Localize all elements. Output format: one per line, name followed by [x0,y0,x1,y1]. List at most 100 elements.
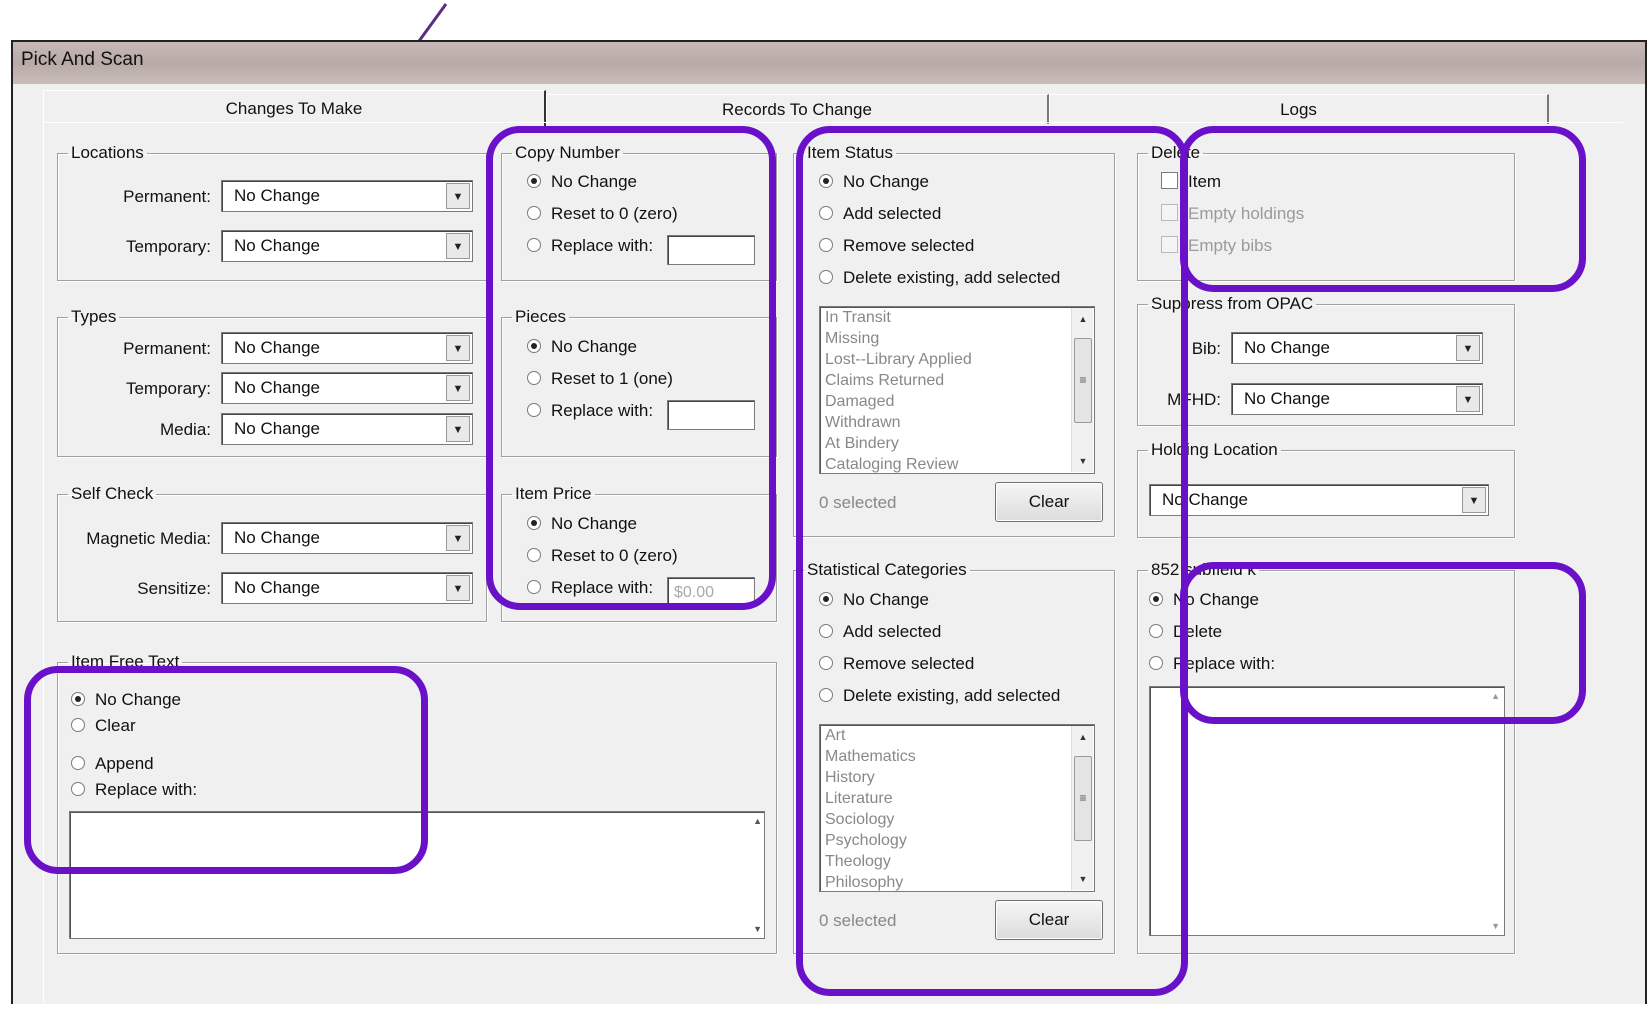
scroll-up-icon[interactable]: ▲ [1072,308,1094,330]
item-price-replace-radio[interactable]: Replace with: [527,578,678,608]
sensitize-dropdown[interactable]: No Change ▼ [221,572,473,604]
list-item[interactable]: At Bindery [820,433,1094,454]
item-status-remove-radio[interactable]: Remove selected [819,236,1060,268]
radio-indicator [527,237,541,252]
subfield-852k-textarea[interactable]: ▲ ▼ [1149,686,1505,936]
item-status-add-radio[interactable]: Add selected [819,204,1060,236]
pieces-reset-radio[interactable]: Reset to 1 (one) [527,369,673,401]
radio-label: Replace with: [551,236,654,255]
radio-label: Add selected [843,204,942,223]
scroll-down-icon[interactable]: ▼ [1072,450,1094,472]
list-item[interactable]: Withdrawn [820,412,1094,433]
subfield-852k-replace-radio[interactable]: Replace with: [1149,654,1275,684]
delete-item-checkbox[interactable]: Item [1161,172,1304,204]
item-price-replace-input[interactable]: $0.00 [667,577,755,607]
item-status-no-change-radio[interactable]: No Change [819,172,1060,204]
pieces-replace-input[interactable] [667,400,755,430]
list-item[interactable]: Psychology [820,830,1094,851]
item-free-text-legend: Item Free Text [71,652,180,671]
list-item[interactable]: Mathematics [820,746,1094,767]
item-free-text-no-change-radio[interactable]: No Change [71,690,197,716]
item-free-text-append-radio[interactable]: Append [71,754,197,780]
chevron-down-icon[interactable]: ▼ [446,335,470,361]
holding-location-legend: Holding Location [1151,440,1278,459]
chevron-down-icon[interactable]: ▼ [1456,386,1480,412]
stat-cat-clear-button[interactable]: Clear [995,900,1103,940]
list-item[interactable]: Sociology [820,809,1094,830]
list-item[interactable]: History [820,767,1094,788]
scroll-up-icon[interactable]: ▲ [1072,726,1094,748]
list-item[interactable]: In Transit [820,307,1094,328]
scroll-thumb[interactable]: ≡ [1074,338,1092,423]
tab-records-to-change[interactable]: Records To Change [546,94,1049,124]
stat-cat-no-change-radio[interactable]: No Change [819,590,1060,622]
scroll-down-icon[interactable]: ▼ [1072,868,1094,890]
scroll-up-icon[interactable]: ▲ [1491,691,1500,701]
chevron-down-icon[interactable]: ▼ [1462,487,1486,513]
radio-label: Remove selected [843,236,975,255]
list-item[interactable]: Lost--Library Applied [820,349,1094,370]
holding-location-dropdown[interactable]: No Change ▼ [1149,484,1489,516]
stat-cat-delete-add-radio[interactable]: Delete existing, add selected [819,686,1060,716]
chevron-down-icon[interactable]: ▼ [446,233,470,259]
types-permanent-dropdown[interactable]: No Change ▼ [221,332,473,364]
dropdown-value: No Change [234,186,321,205]
item-status-listbox[interactable]: In Transit Missing Lost--Library Applied… [819,306,1095,474]
types-media-dropdown[interactable]: No Change ▼ [221,413,473,445]
subfield-852k-delete-radio[interactable]: Delete [1149,622,1275,654]
scroll-up-icon[interactable]: ▲ [753,816,762,826]
list-item[interactable]: Philosophy [820,872,1094,891]
copy-number-reset-radio[interactable]: Reset to 0 (zero) [527,204,678,236]
tab-logs[interactable]: Logs [1049,94,1549,124]
item-price-no-change-radio[interactable]: No Change [527,514,678,546]
suppress-mfhd-dropdown[interactable]: No Change ▼ [1231,383,1483,415]
item-free-text-replace-radio[interactable]: Replace with: [71,780,197,810]
listbox-scrollbar[interactable]: ▲ ≡ ▼ [1071,308,1093,472]
delete-empty-bibs-checkbox[interactable]: Empty bibs [1161,236,1304,266]
pieces-replace-radio[interactable]: Replace with: [527,401,673,431]
list-item[interactable]: Missing [820,328,1094,349]
tab-changes-to-make[interactable]: Changes To Make [43,90,546,126]
copy-number-replace-radio[interactable]: Replace with: [527,236,678,266]
types-temporary-dropdown[interactable]: No Change ▼ [221,372,473,404]
locations-permanent-dropdown[interactable]: No Change ▼ [221,180,473,212]
chevron-down-icon[interactable]: ▼ [446,575,470,601]
item-free-text-textarea[interactable]: ▲ ▼ [69,811,765,939]
scroll-down-icon[interactable]: ▼ [1491,921,1500,931]
types-permanent-label: Permanent: [123,339,211,358]
list-item[interactable]: Damaged [820,391,1094,412]
chevron-down-icon[interactable]: ▼ [446,525,470,551]
list-item[interactable]: Theology [820,851,1094,872]
chevron-down-icon[interactable]: ▼ [446,183,470,209]
tab-label: Logs [1280,100,1317,119]
pieces-no-change-radio[interactable]: No Change [527,337,673,369]
list-item[interactable]: Claims Returned [820,370,1094,391]
delete-legend: Delete [1151,143,1201,162]
item-status-clear-button[interactable]: Clear [995,482,1103,522]
item-free-text-clear-radio[interactable]: Clear [71,716,197,754]
copy-number-no-change-radio[interactable]: No Change [527,172,678,204]
delete-empty-holdings-checkbox[interactable]: Empty holdings [1161,204,1304,236]
locations-temporary-dropdown[interactable]: No Change ▼ [221,230,473,262]
stat-cat-remove-radio[interactable]: Remove selected [819,654,1060,686]
scroll-down-icon[interactable]: ▼ [753,924,762,934]
list-item[interactable]: Art [820,725,1094,746]
tab-label: Changes To Make [225,99,363,118]
stat-cat-add-radio[interactable]: Add selected [819,622,1060,654]
types-media-label: Media: [159,420,211,439]
list-item[interactable]: Literature [820,788,1094,809]
chevron-down-icon[interactable]: ▼ [1456,335,1480,361]
statistical-categories-listbox[interactable]: Art Mathematics History Literature Socio… [819,724,1095,892]
suppress-bib-dropdown[interactable]: No Change ▼ [1231,332,1483,364]
window-title: Pick And Scan [21,49,144,70]
list-item[interactable]: Cataloging Review [820,454,1094,473]
scroll-thumb[interactable]: ≡ [1074,756,1092,841]
copy-number-replace-input[interactable] [667,235,755,265]
item-price-reset-radio[interactable]: Reset to 0 (zero) [527,546,678,578]
subfield-852k-no-change-radio[interactable]: No Change [1149,590,1275,622]
chevron-down-icon[interactable]: ▼ [446,416,470,442]
item-status-delete-add-radio[interactable]: Delete existing, add selected [819,268,1060,298]
magnetic-media-dropdown[interactable]: No Change ▼ [221,522,473,554]
listbox-scrollbar[interactable]: ▲ ≡ ▼ [1071,726,1093,890]
chevron-down-icon[interactable]: ▼ [446,375,470,401]
